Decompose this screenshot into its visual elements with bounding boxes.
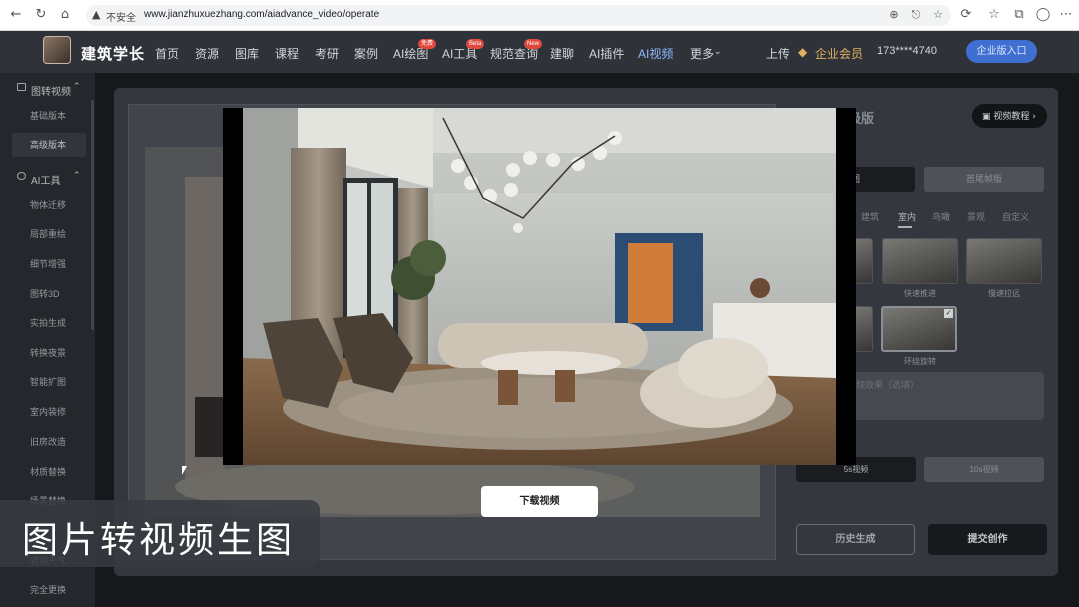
- badge-beta: Beta: [466, 39, 485, 49]
- diamond-icon: ◆: [798, 45, 808, 59]
- video-frame[interactable]: [243, 108, 836, 465]
- badge-free: 免费: [418, 39, 437, 49]
- url-text: www.jianzhuxuezhang.com/aiadvance_video/…: [144, 9, 380, 20]
- site-logo-text[interactable]: 建筑学长: [81, 43, 145, 64]
- nav-item-ai-video[interactable]: AI视频: [638, 45, 673, 62]
- browser-toolbar: ← ↻ ⌂ ▲ 不安全 www.jianzhuxuezhang.com/aiad…: [0, 0, 1079, 31]
- caption-text: 图片转视频生图: [22, 520, 296, 561]
- collections-icon[interactable]: ⧉: [1011, 7, 1027, 23]
- reload-icon[interactable]: ↻: [33, 7, 49, 23]
- screen: ← ↻ ⌂ ▲ 不安全 www.jianzhuxuezhang.com/aiad…: [0, 0, 1079, 607]
- nav-item-cases[interactable]: 案例: [354, 45, 378, 62]
- profile-icon[interactable]: ◯: [1035, 7, 1051, 23]
- upload-link[interactable]: 上传: [766, 45, 790, 62]
- download-video-button[interactable]: 下载视频: [481, 486, 598, 517]
- nav-item-courses[interactable]: 课程: [275, 45, 299, 62]
- nav-item-home[interactable]: 首页: [155, 45, 179, 62]
- nav-item-more[interactable]: 更多: [690, 45, 714, 62]
- star-icon[interactable]: ☆: [930, 7, 946, 23]
- enterprise-entry-button[interactable]: 企业版入口: [966, 40, 1037, 63]
- nav-item-gallery[interactable]: 图库: [235, 45, 259, 62]
- favorites-icon[interactable]: ☆: [986, 7, 1002, 23]
- interior-render: [243, 108, 836, 465]
- vip-label[interactable]: 企业会员: [815, 45, 863, 62]
- warning-icon: ▲: [92, 8, 101, 21]
- nav-item-ai-plugin[interactable]: AI插件: [589, 45, 624, 62]
- share-icon[interactable]: ⎋: [908, 7, 924, 23]
- zoom-icon[interactable]: ⊕: [886, 7, 902, 23]
- address-bar[interactable]: ▲ 不安全 www.jianzhuxuezhang.com/aiadvance_…: [86, 5, 951, 26]
- badge-new: New: [524, 39, 543, 49]
- mouse-cursor: [182, 466, 187, 475]
- extensions-icon[interactable]: ⟳: [958, 7, 974, 23]
- nav-item-resources[interactable]: 资源: [195, 45, 219, 62]
- chevron-down-icon[interactable]: ⌄: [714, 47, 722, 57]
- nav-item-exam[interactable]: 考研: [315, 45, 339, 62]
- nav-item-chat[interactable]: 建聊: [550, 45, 574, 62]
- home-icon[interactable]: ⌂: [57, 7, 73, 23]
- user-phone[interactable]: 173****4740: [877, 45, 937, 57]
- logo-avatar[interactable]: [43, 36, 71, 64]
- security-label: 不安全: [106, 13, 136, 24]
- back-icon[interactable]: ←: [8, 7, 24, 23]
- more-icon[interactable]: ⋯: [1058, 7, 1074, 23]
